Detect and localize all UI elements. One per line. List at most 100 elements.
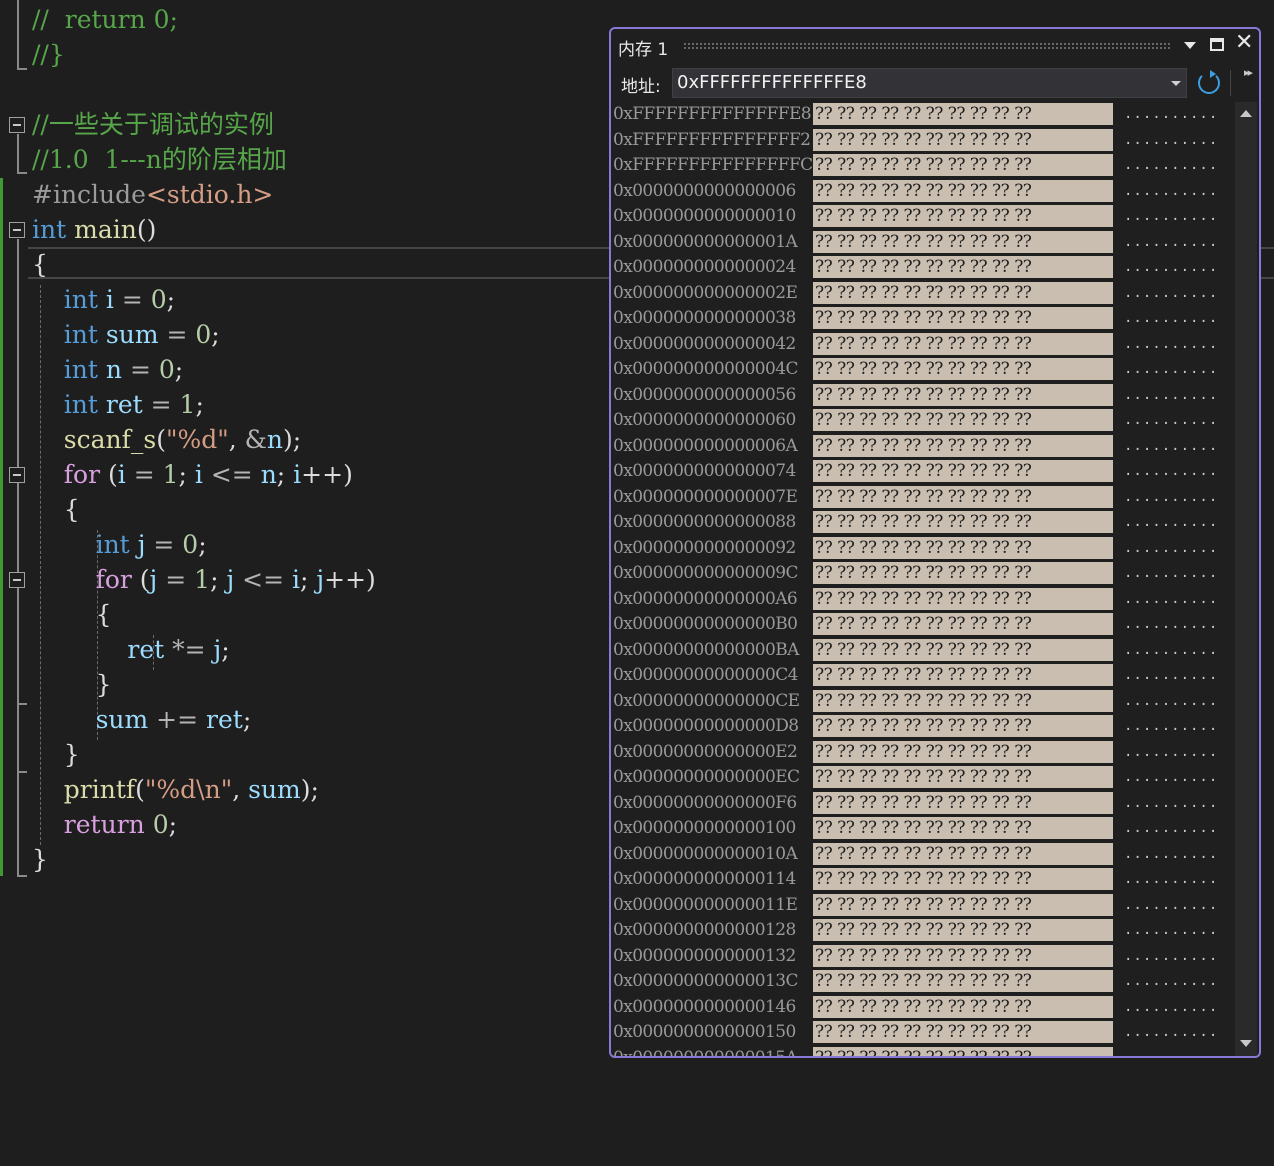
memory-row[interactable]: 0x0000000000000132 ?? ?? ?? ?? ?? ?? ?? ?…: [611, 944, 1231, 970]
memory-bytes[interactable]: ?? ?? ?? ?? ?? ?? ?? ?? ?? ??: [813, 536, 1113, 559]
memory-chars[interactable]: ..........: [1124, 179, 1218, 204]
memory-bytes[interactable]: ?? ?? ?? ?? ?? ?? ?? ?? ?? ??: [813, 1046, 1113, 1056]
memory-row[interactable]: 0x0000000000000146 ?? ?? ?? ?? ?? ?? ?? ?…: [611, 995, 1231, 1021]
code-line[interactable]: int main(): [32, 212, 156, 247]
memory-row[interactable]: 0x000000000000007E ?? ?? ?? ?? ?? ?? ?? ?…: [611, 485, 1231, 511]
memory-chars[interactable]: ..........: [1124, 281, 1218, 306]
memory-chars[interactable]: ..........: [1124, 306, 1218, 331]
scroll-down-icon[interactable]: [1240, 1040, 1252, 1047]
memory-bytes[interactable]: ?? ?? ?? ?? ?? ?? ?? ?? ?? ??: [813, 1021, 1113, 1043]
memory-row[interactable]: 0x0000000000000100 ?? ?? ?? ?? ?? ?? ?? ?…: [611, 816, 1231, 842]
code-line[interactable]: int ret = 1;: [32, 387, 204, 422]
memory-window-titlebar[interactable]: 内存 1 ✕: [611, 29, 1259, 62]
code-line[interactable]: //}: [32, 37, 65, 72]
memory-row[interactable]: 0x00000000000000B0 ?? ?? ?? ?? ?? ?? ?? ?…: [611, 612, 1231, 638]
close-icon[interactable]: ✕: [1235, 32, 1253, 54]
code-line[interactable]: int j = 0;: [32, 527, 207, 562]
memory-row[interactable]: 0x000000000000011E ?? ?? ?? ?? ?? ?? ?? ?…: [611, 893, 1231, 919]
memory-row[interactable]: 0x00000000000000A6 ?? ?? ?? ?? ?? ?? ?? ?…: [611, 587, 1231, 613]
memory-row[interactable]: 0x00000000000000CE ?? ?? ?? ?? ?? ?? ?? ?…: [611, 689, 1231, 715]
memory-bytes[interactable]: ?? ?? ?? ?? ?? ?? ?? ?? ?? ??: [813, 791, 1113, 814]
memory-chars[interactable]: ..........: [1124, 383, 1218, 408]
code-line[interactable]: {: [32, 492, 80, 527]
memory-row[interactable]: 0x0000000000000088 ?? ?? ?? ?? ?? ?? ?? ?…: [611, 510, 1231, 536]
memory-chars[interactable]: ..........: [1124, 1046, 1218, 1057]
memory-grid[interactable]: 0xFFFFFFFFFFFFFFE8?? ?? ?? ?? ?? ?? ?? ?…: [611, 102, 1231, 1056]
memory-bytes[interactable]: ?? ?? ?? ?? ?? ?? ?? ?? ?? ??: [813, 383, 1113, 406]
memory-bytes[interactable]: ?? ?? ?? ?? ?? ?? ?? ?? ?? ??: [813, 766, 1113, 788]
memory-row[interactable]: 0x00000000000000C4 ?? ?? ?? ?? ?? ?? ?? ?…: [611, 663, 1231, 689]
code-line[interactable]: scanf_s("%d", &n);: [32, 422, 301, 457]
code-line[interactable]: }: [32, 667, 112, 702]
memory-chars[interactable]: ..........: [1124, 587, 1218, 612]
memory-row[interactable]: 0x00000000000000D8 ?? ?? ?? ?? ?? ?? ?? ?…: [611, 714, 1231, 740]
memory-chars[interactable]: ..........: [1124, 663, 1218, 688]
memory-chars[interactable]: ..........: [1124, 536, 1218, 561]
code-line[interactable]: return 0;: [32, 807, 177, 842]
memory-bytes[interactable]: ?? ?? ?? ?? ?? ?? ?? ?? ?? ??: [813, 893, 1113, 916]
refresh-icon[interactable]: [1198, 70, 1220, 94]
memory-bytes[interactable]: ?? ?? ?? ?? ?? ?? ?? ?? ?? ??: [813, 638, 1113, 661]
memory-bytes[interactable]: ?? ?? ?? ?? ?? ?? ?? ?? ?? ??: [813, 715, 1113, 737]
memory-bytes[interactable]: ?? ?? ?? ?? ?? ?? ?? ?? ?? ??: [813, 281, 1113, 304]
memory-row[interactable]: 0x0000000000000038 ?? ?? ?? ?? ?? ?? ?? ?…: [611, 306, 1231, 332]
memory-bytes[interactable]: ?? ?? ?? ?? ?? ?? ?? ?? ?? ??: [813, 434, 1113, 457]
maximize-icon[interactable]: [1208, 36, 1226, 54]
memory-bytes[interactable]: ?? ?? ?? ?? ?? ?? ?? ?? ?? ??: [813, 460, 1113, 482]
memory-row[interactable]: 0x0000000000000128 ?? ?? ?? ?? ?? ?? ?? ?…: [611, 918, 1231, 944]
memory-row[interactable]: 0x0000000000000074 ?? ?? ?? ?? ?? ?? ?? ?…: [611, 459, 1231, 485]
scroll-up-icon[interactable]: [1240, 110, 1252, 117]
memory-chars[interactable]: ..........: [1124, 102, 1218, 127]
memory-bytes[interactable]: ?? ?? ?? ?? ?? ?? ?? ?? ?? ??: [813, 128, 1113, 151]
memory-bytes[interactable]: ?? ?? ?? ?? ?? ?? ?? ?? ?? ??: [813, 944, 1113, 967]
code-line[interactable]: // return 0;: [32, 2, 178, 37]
memory-chars[interactable]: ..........: [1124, 1020, 1218, 1045]
memory-bytes[interactable]: ?? ?? ?? ?? ?? ?? ?? ?? ?? ??: [813, 485, 1113, 508]
memory-window[interactable]: 内存 1 ✕ 地址: 0xFFFFFFFFFFFFFFE8 ▸▸ 0xFFFFF…: [609, 27, 1261, 1058]
memory-row[interactable]: 0x0000000000000006 ?? ?? ?? ?? ?? ?? ?? ?…: [611, 179, 1231, 205]
memory-chars[interactable]: ..........: [1124, 816, 1218, 841]
memory-bytes[interactable]: ?? ?? ?? ?? ?? ?? ?? ?? ?? ??: [813, 740, 1113, 763]
memory-row[interactable]: 0x000000000000015A ?? ?? ?? ?? ?? ?? ?? ?…: [611, 1046, 1231, 1057]
memory-bytes[interactable]: ?? ?? ?? ?? ?? ?? ?? ?? ?? ??: [813, 817, 1113, 839]
code-line[interactable]: ret *= j;: [32, 632, 229, 667]
memory-chars[interactable]: ..........: [1124, 510, 1218, 535]
code-line[interactable]: sum += ret;: [32, 702, 252, 737]
memory-chars[interactable]: ..........: [1124, 128, 1218, 153]
memory-bytes[interactable]: ?? ?? ?? ?? ?? ?? ?? ?? ?? ??: [813, 689, 1113, 712]
code-line[interactable]: printf("%d\n", sum);: [32, 772, 319, 807]
collapse-icon[interactable]: [9, 572, 25, 588]
memory-row[interactable]: 0x0000000000000114 ?? ?? ?? ?? ?? ?? ?? ?…: [611, 867, 1231, 893]
code-line[interactable]: int n = 0;: [32, 352, 183, 387]
memory-chars[interactable]: ..........: [1124, 689, 1218, 714]
memory-chars[interactable]: ..........: [1124, 714, 1218, 739]
memory-row[interactable]: 0x000000000000002E ?? ?? ?? ?? ?? ?? ?? ?…: [611, 281, 1231, 307]
memory-row[interactable]: 0x000000000000001A ?? ?? ?? ?? ?? ?? ?? ?…: [611, 230, 1231, 256]
memory-chars[interactable]: ..........: [1124, 459, 1218, 484]
memory-row[interactable]: 0x000000000000013C ?? ?? ?? ?? ?? ?? ?? ?…: [611, 969, 1231, 995]
code-line[interactable]: int i = 0;: [32, 282, 175, 317]
memory-bytes[interactable]: ?? ?? ?? ?? ?? ?? ?? ?? ?? ??: [813, 256, 1113, 278]
chevron-down-icon[interactable]: [1171, 81, 1181, 86]
code-line[interactable]: //1.0 1---n的阶层相加: [32, 142, 287, 177]
memory-chars[interactable]: ..........: [1124, 153, 1218, 178]
memory-row[interactable]: 0x00000000000000E2 ?? ?? ?? ?? ?? ?? ?? ?…: [611, 740, 1231, 766]
memory-bytes[interactable]: ?? ?? ?? ?? ?? ?? ?? ?? ?? ??: [813, 664, 1113, 686]
memory-bytes[interactable]: ?? ?? ?? ?? ?? ?? ?? ?? ?? ??: [813, 332, 1113, 355]
code-line[interactable]: {: [32, 247, 48, 282]
memory-chars[interactable]: ..........: [1124, 638, 1218, 663]
memory-chars[interactable]: ..........: [1124, 995, 1218, 1020]
memory-bytes[interactable]: ?? ?? ?? ?? ?? ?? ?? ?? ?? ??: [813, 103, 1113, 125]
memory-chars[interactable]: ..........: [1124, 408, 1218, 433]
code-line[interactable]: }: [32, 737, 80, 772]
overflow-chevron-icon[interactable]: ▸▸: [1244, 66, 1253, 79]
memory-chars[interactable]: ..........: [1124, 893, 1218, 918]
memory-bytes[interactable]: ?? ?? ?? ?? ?? ?? ?? ?? ?? ??: [813, 409, 1113, 431]
memory-bytes[interactable]: ?? ?? ?? ?? ?? ?? ?? ?? ?? ??: [813, 179, 1113, 202]
memory-row[interactable]: 0x000000000000009C ?? ?? ?? ?? ?? ?? ?? ?…: [611, 561, 1231, 587]
memory-row[interactable]: 0x000000000000006A ?? ?? ?? ?? ?? ?? ?? ?…: [611, 434, 1231, 460]
memory-chars[interactable]: ..........: [1124, 204, 1218, 229]
collapse-icon[interactable]: [9, 117, 25, 133]
memory-bytes[interactable]: ?? ?? ?? ?? ?? ?? ?? ?? ?? ??: [813, 230, 1113, 253]
memory-row[interactable]: 0x0000000000000060 ?? ?? ?? ?? ?? ?? ?? ?…: [611, 408, 1231, 434]
